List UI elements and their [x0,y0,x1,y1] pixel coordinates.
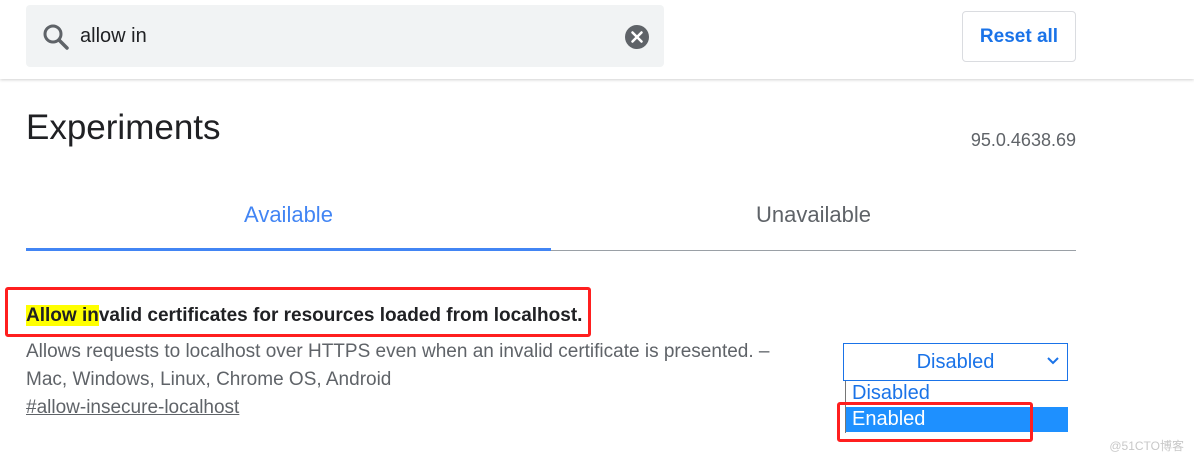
tab-available[interactable]: Available [26,180,551,251]
version-label: 95.0.4638.69 [970,130,1076,150]
page-title: Experiments [26,108,221,147]
reset-all-button[interactable]: Reset all [962,11,1076,62]
flags-page: Reset all Experiments 95.0.4638.69 Avail… [0,0,1194,464]
search-icon [43,24,69,50]
annotation-box-option [837,402,1033,442]
experiment-link[interactable]: #allow-insecure-localhost [26,397,239,419]
clear-icon[interactable] [624,24,650,50]
header-bar: Reset all [0,0,1194,79]
tab-unavailable[interactable]: Unavailable [551,180,1076,250]
experiment-description: Allows requests to localhost over HTTPS … [26,341,770,390]
watermark: @51CTO博客 [1109,439,1184,453]
experiment-select[interactable]: Disabled [843,343,1068,381]
search-input[interactable] [80,20,600,52]
search-box[interactable] [26,5,664,67]
chevron-down-icon [1047,357,1059,365]
tab-bar: Available Unavailable [26,180,1076,251]
select-value: Disabled [916,350,995,373]
annotation-box-title [5,287,591,337]
